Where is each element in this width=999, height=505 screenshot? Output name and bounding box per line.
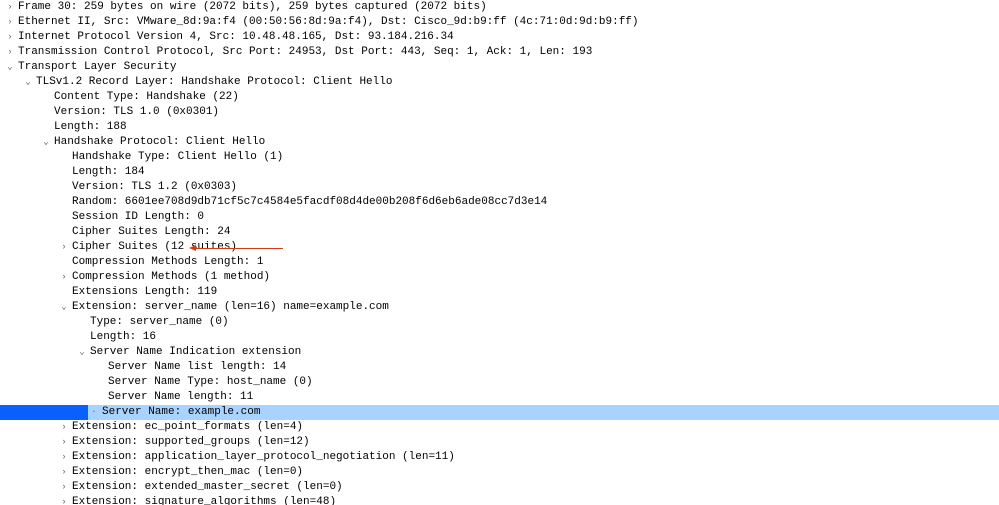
annotation-arrow <box>0 0 999 505</box>
